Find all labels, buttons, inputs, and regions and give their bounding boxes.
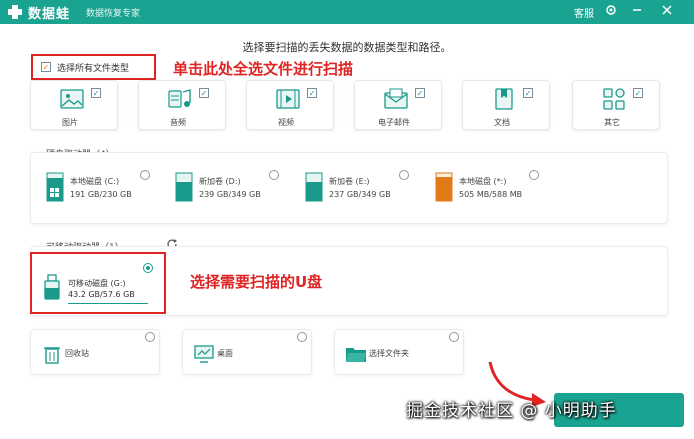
file-type-document[interactable]: ✓ 文档 xyxy=(462,80,550,130)
file-type-label: 视频 xyxy=(278,118,294,127)
drive-size: 237 GB/349 GB xyxy=(329,190,391,199)
checkbox-icon[interactable]: ✓ xyxy=(523,88,533,98)
minimize-icon[interactable] xyxy=(630,4,644,18)
video-icon xyxy=(276,89,300,109)
checkbox-icon[interactable]: ✓ xyxy=(415,88,425,98)
usage-bar xyxy=(68,303,148,304)
drive-c[interactable]: 本地磁盘 (C:) 191 GB/230 GB xyxy=(46,168,156,214)
select-all-checkbox[interactable]: ✓ 选择所有文件类型 xyxy=(31,54,156,80)
drive-icon xyxy=(305,172,323,202)
location-label: 选择文件夹 xyxy=(369,349,409,358)
drive-radio[interactable] xyxy=(399,170,409,180)
folder-icon xyxy=(346,348,366,362)
file-type-label: 音频 xyxy=(170,118,186,127)
drive-radio-selected[interactable] xyxy=(143,263,153,273)
other-icon xyxy=(603,88,625,110)
location-label: 回收站 xyxy=(65,349,89,358)
brand-subtitle: 数据恢复专家 xyxy=(86,9,141,19)
recycle-bin-icon xyxy=(44,347,60,364)
checkbox-icon[interactable]: ✓ xyxy=(633,88,643,98)
drive-name: 可移动磁盘 (G:) xyxy=(68,279,126,288)
document-icon xyxy=(495,88,513,110)
desktop-icon xyxy=(194,345,214,363)
select-all-label: 选择所有文件类型 xyxy=(57,63,130,74)
music-icon xyxy=(168,89,191,108)
usb-icon xyxy=(44,274,60,300)
drive-d[interactable]: 新加卷 (D:) 239 GB/349 GB xyxy=(175,168,285,214)
close-icon[interactable] xyxy=(660,4,674,18)
drive-name: 新加卷 (D:) xyxy=(199,177,241,186)
file-type-other[interactable]: ✓ 其它 xyxy=(572,80,660,130)
drive-radio[interactable] xyxy=(140,170,150,180)
drive-radio[interactable] xyxy=(529,170,539,180)
location-select-folder[interactable]: 选择文件夹 xyxy=(334,329,464,375)
drive-size: 239 GB/349 GB xyxy=(199,190,261,199)
file-type-label: 其它 xyxy=(604,118,620,127)
watermark-text: 掘金技术社区 @ 小明助手 xyxy=(406,401,617,421)
title-bar: 数据蛙 数据恢复专家 客服 xyxy=(0,0,694,24)
location-desktop[interactable]: 桌面 xyxy=(182,329,312,375)
file-type-image[interactable]: ✓ 图片 xyxy=(30,80,118,130)
location-label: 桌面 xyxy=(217,349,233,358)
drive-warning-icon xyxy=(435,172,453,202)
drive-star[interactable]: 本地磁盘 (*:) 505 MB/588 MB xyxy=(435,168,545,214)
drive-e[interactable]: 新加卷 (E:) 237 GB/349 GB xyxy=(305,168,415,214)
mail-icon xyxy=(384,88,408,109)
file-type-label: 图片 xyxy=(62,118,78,127)
file-type-label: 文档 xyxy=(494,118,510,127)
file-type-label: 电子邮件 xyxy=(378,118,410,127)
support-link[interactable]: 客服 xyxy=(574,5,594,20)
instruction-text: 选择要扫描的丢失数据的数据类型和路径。 xyxy=(242,41,452,54)
drive-size: 191 GB/230 GB xyxy=(70,190,132,199)
brand-name: 数据蛙 xyxy=(28,7,71,22)
drive-icon xyxy=(175,172,193,202)
drive-name: 本地磁盘 (*:) xyxy=(459,177,507,186)
file-type-email[interactable]: ✓ 电子邮件 xyxy=(354,80,442,130)
checkbox-icon[interactable]: ✓ xyxy=(199,88,209,98)
windows-drive-icon xyxy=(46,172,64,202)
file-type-audio[interactable]: ✓ 音频 xyxy=(138,80,226,130)
location-radio[interactable] xyxy=(297,332,307,342)
file-type-video[interactable]: ✓ 视频 xyxy=(246,80,334,130)
drive-radio[interactable] xyxy=(269,170,279,180)
annotation-select-all: 单击此处全选文件进行扫描 xyxy=(173,60,354,78)
location-recycle-bin[interactable]: 回收站 xyxy=(30,329,160,375)
drive-name: 本地磁盘 (C:) xyxy=(70,177,120,186)
drive-size: 505 MB/588 MB xyxy=(459,190,523,199)
drive-name: 新加卷 (E:) xyxy=(329,177,370,186)
image-icon xyxy=(60,89,84,109)
drive-g[interactable]: 可移动磁盘 (G:) 43.2 GB/57.6 GB xyxy=(30,252,166,314)
frog-logo-icon xyxy=(8,5,22,19)
checkbox-icon[interactable]: ✓ xyxy=(91,88,101,98)
location-radio[interactable] xyxy=(145,332,155,342)
drive-size: 43.2 GB/57.6 GB xyxy=(68,290,135,299)
location-radio[interactable] xyxy=(449,332,459,342)
annotation-usb: 选择需要扫描的U盘 xyxy=(190,273,323,291)
checkbox-icon[interactable]: ✓ xyxy=(41,62,51,72)
checkbox-icon[interactable]: ✓ xyxy=(307,88,317,98)
settings-icon[interactable] xyxy=(604,4,618,18)
